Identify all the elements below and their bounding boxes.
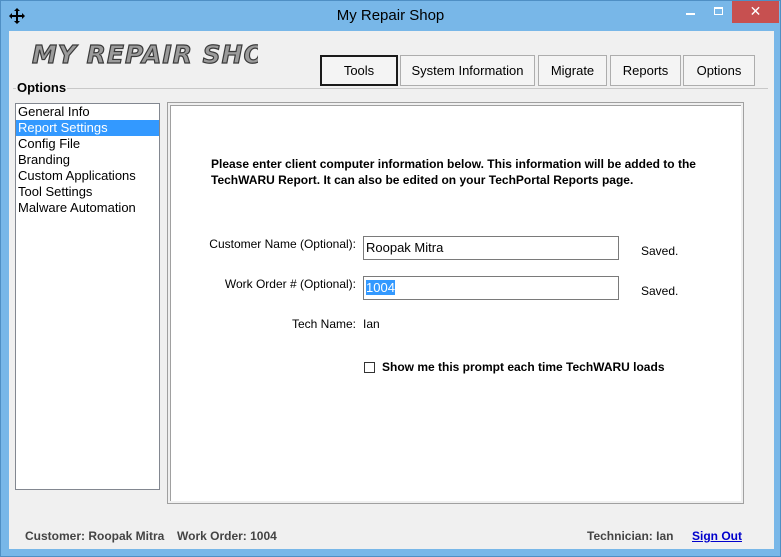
- list-item-tool-settings[interactable]: Tool Settings: [16, 184, 159, 200]
- report-settings-panel: Please enter client computer information…: [167, 102, 744, 504]
- logo-text: MY REPAIR SHOP: [32, 40, 258, 69]
- close-icon: ✕: [749, 3, 762, 19]
- intro-text: Please enter client computer information…: [211, 156, 711, 188]
- status-customer: Customer: Roopak Mitra: [25, 529, 165, 543]
- tab-tools[interactable]: Tools: [320, 55, 398, 86]
- customer-saved-status: Saved.: [641, 244, 679, 258]
- list-item-custom-applications[interactable]: Custom Applications: [16, 168, 159, 184]
- customer-name-field[interactable]: Roopak Mitra: [363, 236, 619, 260]
- window-title: My Repair Shop: [336, 7, 445, 24]
- status-technician: Technician: Ian: [587, 529, 674, 543]
- tech-name-value: Ian: [363, 317, 380, 331]
- minimize-button[interactable]: [676, 1, 704, 23]
- tab-options[interactable]: Options: [683, 55, 755, 86]
- options-list[interactable]: General Info Report Settings Config File…: [15, 103, 160, 490]
- intro-line-1: Please enter client computer information…: [211, 157, 696, 171]
- work-order-field[interactable]: 1004: [363, 276, 619, 300]
- list-item-config-file[interactable]: Config File: [16, 136, 159, 152]
- title-bar[interactable]: My Repair Shop ✕: [1, 1, 780, 31]
- sign-out-link[interactable]: Sign Out: [692, 529, 742, 543]
- work-order-label: Work Order # (Optional):: [224, 277, 356, 291]
- customer-name-label: Customer Name (Optional):: [209, 237, 356, 251]
- status-work-order: Work Order: 1004: [177, 529, 277, 543]
- maximize-button[interactable]: [704, 1, 732, 23]
- list-item-report-settings[interactable]: Report Settings: [16, 120, 159, 136]
- show-prompt-label[interactable]: Show me this prompt each time TechWARU l…: [382, 360, 665, 374]
- options-group-label: Options: [16, 80, 68, 95]
- maximize-icon: [713, 7, 723, 15]
- list-item-malware-automation[interactable]: Malware Automation: [16, 200, 159, 216]
- work-order-selected-text: 1004: [366, 280, 395, 295]
- tab-system-information[interactable]: System Information: [400, 55, 535, 86]
- intro-line-2: TechWARU Report. It can also be edited o…: [211, 173, 634, 187]
- list-item-general-info[interactable]: General Info: [16, 104, 159, 120]
- options-group-border: [13, 88, 768, 89]
- close-button[interactable]: ✕: [732, 1, 779, 23]
- tab-reports[interactable]: Reports: [610, 55, 681, 86]
- tab-migrate[interactable]: Migrate: [538, 55, 607, 86]
- list-item-branding[interactable]: Branding: [16, 152, 159, 168]
- tech-name-label: Tech Name:: [291, 317, 356, 331]
- client-area: MY REPAIR SHOP Tools System Information …: [9, 31, 774, 549]
- work-order-saved-status: Saved.: [641, 284, 679, 298]
- minimize-icon: [685, 13, 695, 15]
- show-prompt-checkbox[interactable]: [364, 362, 375, 373]
- app-window: My Repair Shop ✕ MY REPAIR SHOP Tools Sy…: [0, 0, 781, 557]
- shop-logo: MY REPAIR SHOP: [31, 39, 258, 69]
- report-settings-content: Please enter client computer information…: [170, 105, 741, 501]
